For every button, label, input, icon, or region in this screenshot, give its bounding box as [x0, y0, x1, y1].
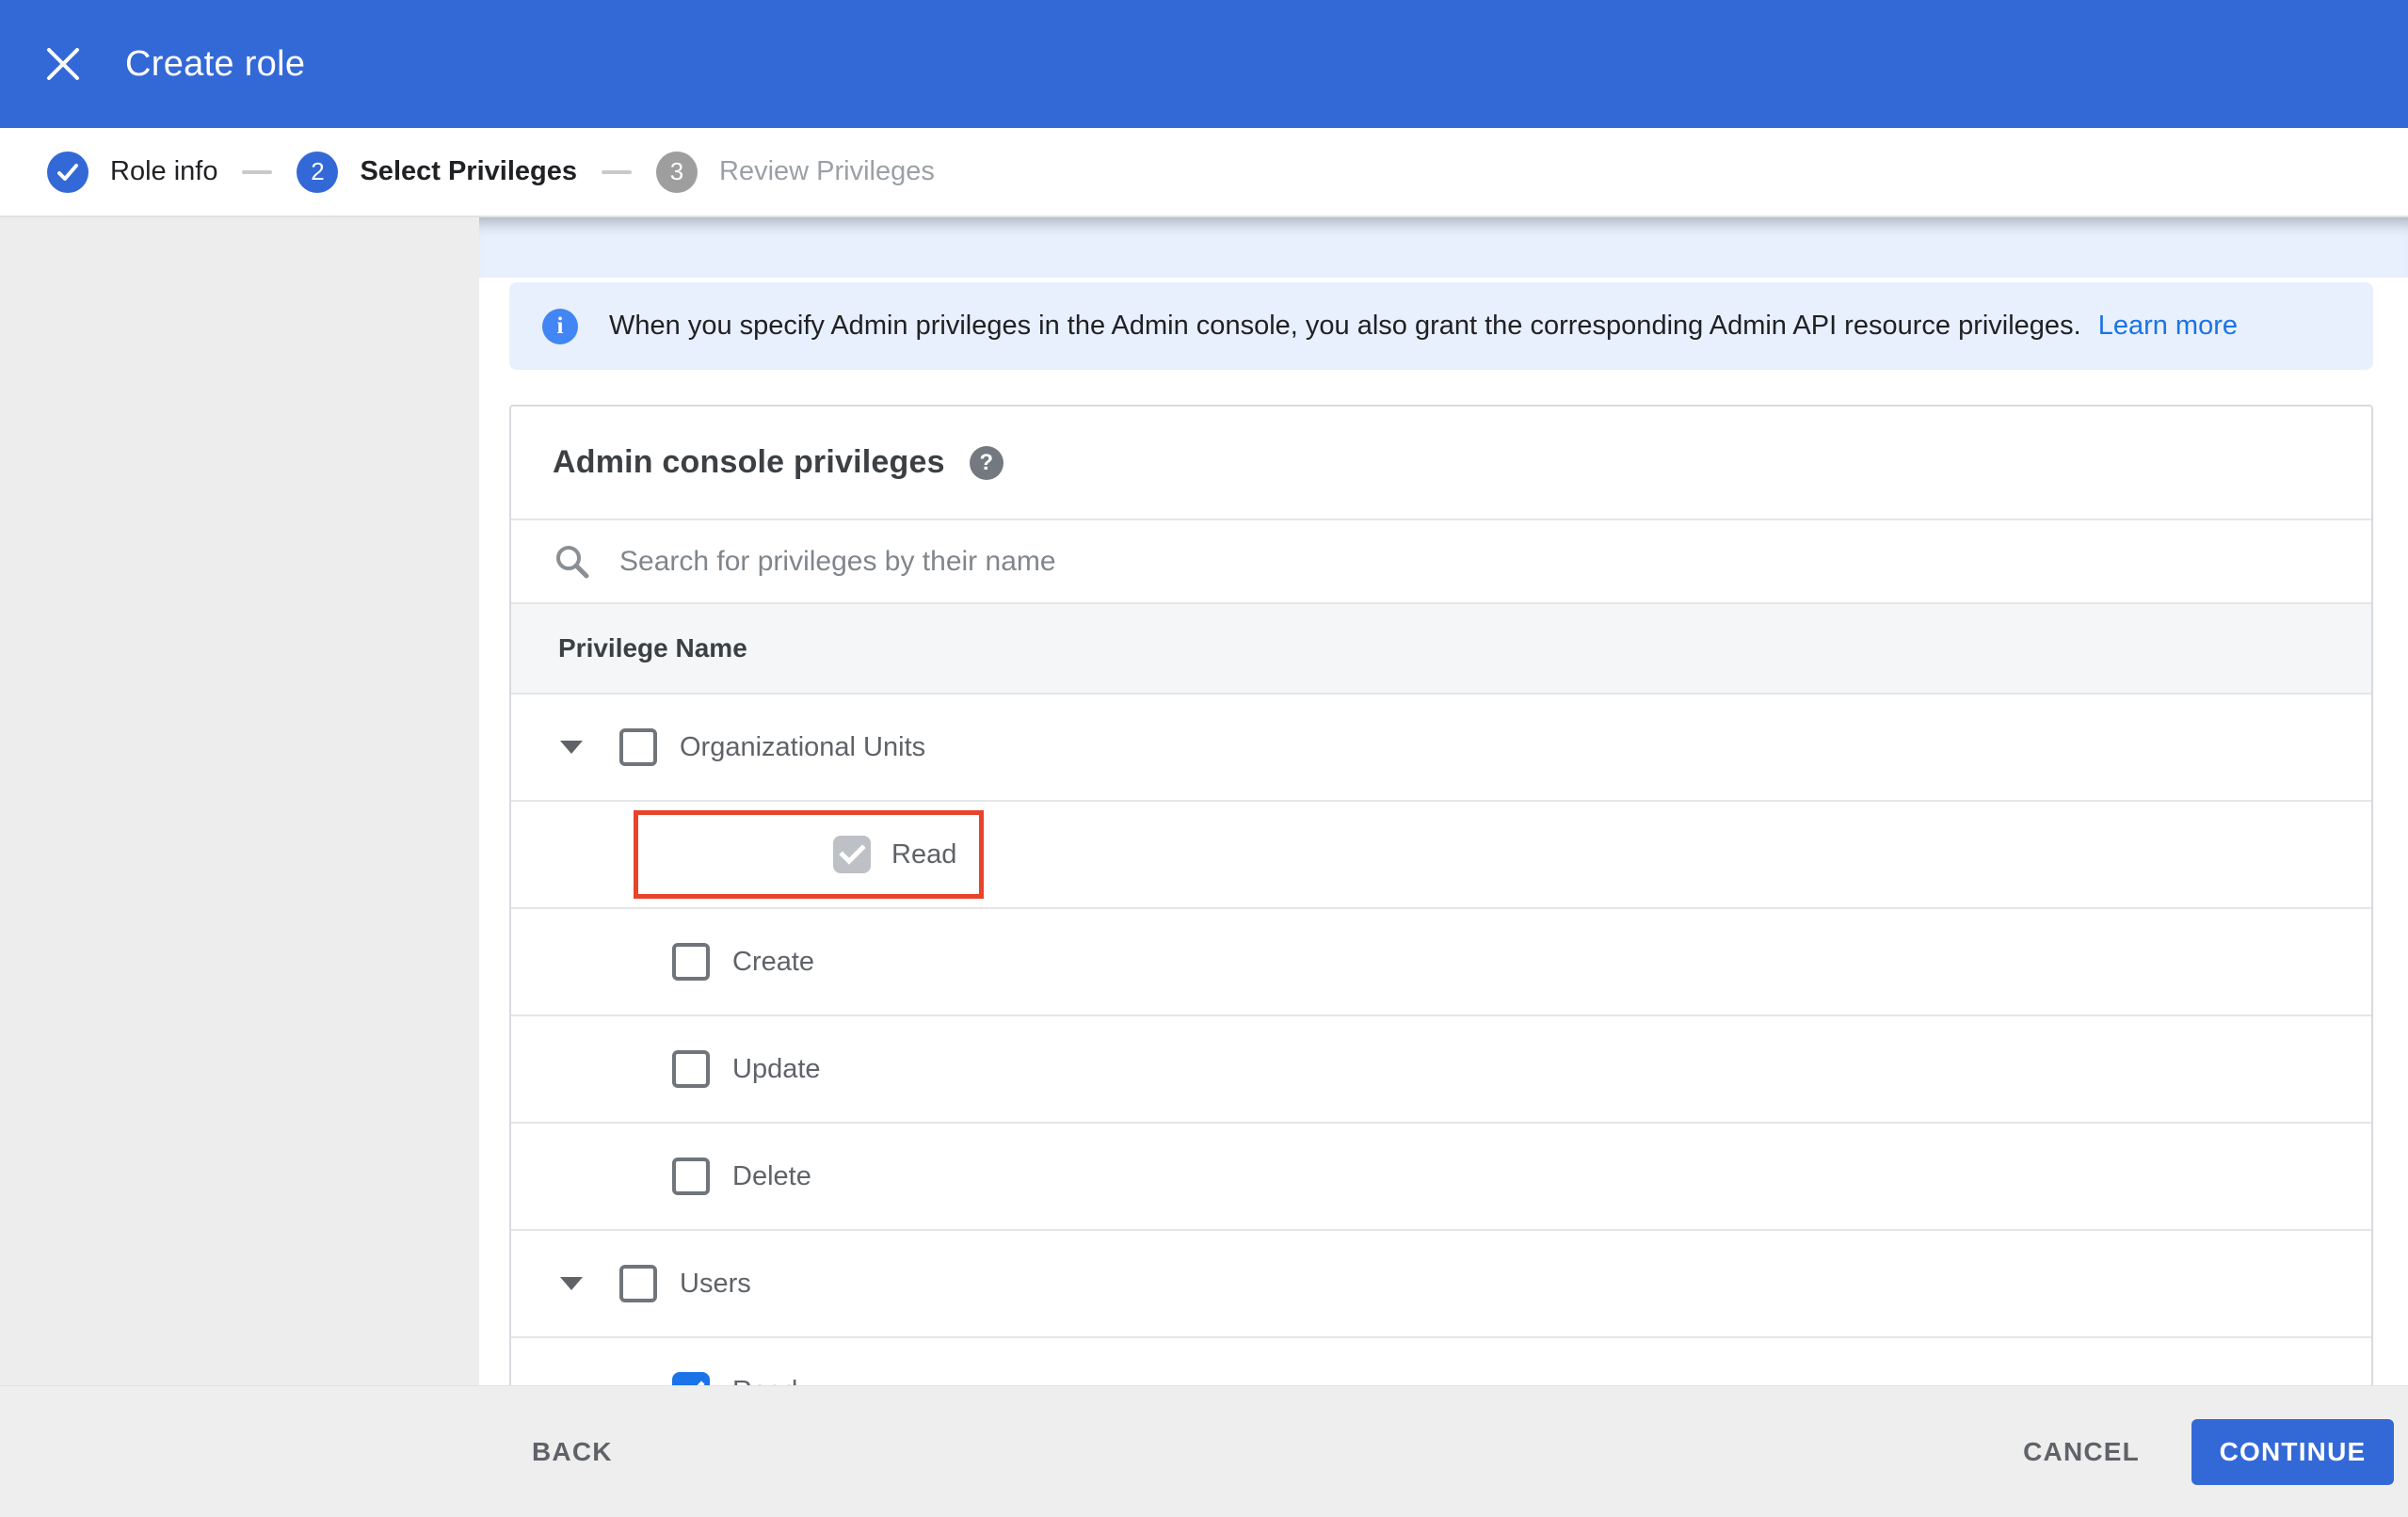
help-icon[interactable]: ?: [969, 445, 1003, 480]
checkbox-create[interactable]: [672, 943, 710, 981]
checkbox-delete[interactable]: [672, 1158, 710, 1195]
close-button[interactable]: [44, 45, 82, 83]
banner-message: When you specify Admin privileges in the…: [609, 311, 2081, 341]
left-gutter: [0, 217, 479, 1385]
scrolled-banner-sliver: [479, 217, 2408, 278]
privilege-label: Update: [732, 1053, 821, 1084]
main-area: i When you specify Admin privileges in t…: [0, 217, 2408, 1385]
privilege-label: Create: [732, 946, 815, 977]
checkbox-users[interactable]: [619, 1265, 657, 1302]
privilege-row: Organizational Units: [511, 693, 2371, 800]
back-button[interactable]: BACK: [532, 1437, 613, 1467]
step-number-circle: 2: [297, 151, 339, 193]
admin-privileges-card: Admin console privileges ? Privilege Nam…: [509, 405, 2373, 1385]
step-select-privileges[interactable]: 2 Select Privileges: [297, 151, 577, 193]
card-title-row: Admin console privileges ?: [511, 407, 2371, 519]
search-icon: [556, 545, 589, 578]
banner-text: When you specify Admin privileges in the…: [609, 311, 2238, 342]
privilege-label: Organizational Units: [680, 731, 926, 762]
privileges-scroll-area[interactable]: i When you specify Admin privileges in t…: [479, 217, 2408, 1385]
collapse-arrow-icon[interactable]: [560, 741, 583, 754]
checkbox-read[interactable]: [672, 1372, 710, 1385]
page-title: Create role: [125, 43, 306, 84]
step-label: Role info: [110, 156, 218, 186]
app-bar: Create role: [0, 0, 2408, 128]
privilege-row: Delete: [511, 1122, 2371, 1229]
info-icon: i: [542, 308, 578, 344]
privilege-label: Read: [732, 1376, 797, 1386]
check-icon: [57, 163, 78, 181]
privilege-row: Create: [511, 907, 2371, 1014]
checkbox-update[interactable]: [672, 1050, 710, 1088]
step-completed-circle: [47, 151, 88, 193]
info-banner: i When you specify Admin privileges in t…: [509, 282, 2373, 370]
step-label: Review Privileges: [719, 156, 935, 186]
privilege-table-body: Organizational Units Read Create Update Dele…: [511, 693, 2371, 1385]
stepper: Role info 2 Select Privileges 3 Review P…: [0, 128, 2408, 217]
close-icon: [47, 48, 79, 80]
privilege-label: Read: [891, 838, 957, 870]
continue-button[interactable]: CONTINUE: [2191, 1418, 2394, 1485]
step-label: Select Privileges: [360, 156, 577, 186]
column-header-privilege-name: Privilege Name: [511, 602, 2371, 693]
checkbox-organizational-units[interactable]: [619, 728, 657, 766]
privilege-label: Delete: [732, 1160, 811, 1191]
step-number-circle: 3: [656, 151, 698, 193]
search-row: [511, 519, 2371, 602]
checkbox-read[interactable]: [833, 836, 871, 873]
privilege-row: Update: [511, 1014, 2371, 1122]
learn-more-link[interactable]: Learn more: [2098, 311, 2238, 341]
step-connector: [602, 169, 632, 174]
step-role-info[interactable]: Role info: [47, 151, 218, 193]
step-connector: [242, 169, 273, 174]
collapse-arrow-icon[interactable]: [560, 1277, 583, 1290]
search-input[interactable]: [619, 545, 2031, 578]
privilege-label: Users: [680, 1268, 751, 1299]
privilege-row: Users: [511, 1229, 2371, 1336]
step-review-privileges[interactable]: 3 Review Privileges: [656, 151, 935, 193]
card-title: Admin console privileges: [553, 444, 945, 480]
highlight-box: Read: [634, 810, 985, 899]
privilege-row: Read: [511, 1336, 2371, 1385]
cancel-button[interactable]: CANCEL: [2023, 1437, 2140, 1467]
footer-bar: BACK CANCEL CONTINUE: [0, 1385, 2408, 1517]
privilege-row: Read: [511, 800, 2371, 907]
